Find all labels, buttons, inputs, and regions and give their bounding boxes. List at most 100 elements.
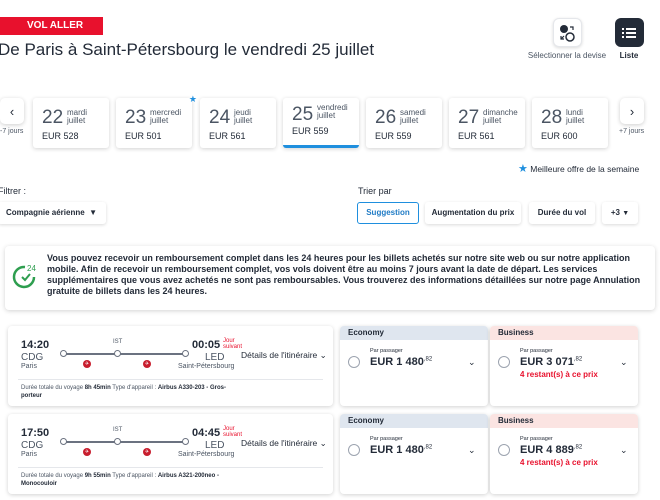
date-card[interactable]: 22 mardi juillet EUR 528 xyxy=(33,98,109,148)
flight-meta: Durée totale du voyage 9h 55min Type d'a… xyxy=(21,472,231,488)
date-day: 27 xyxy=(458,107,480,128)
arrival-airport: LED xyxy=(205,352,225,363)
currency-label[interactable]: Sélectionner la devise xyxy=(522,51,612,60)
date-price: EUR 561 xyxy=(209,131,246,141)
sort-duration-button[interactable]: Durée du vol xyxy=(529,202,595,224)
route-start-dot xyxy=(60,438,67,445)
next-week-button[interactable]: › xyxy=(620,98,644,124)
fare-class-label: Economy xyxy=(340,326,488,340)
stopover-airport: IST xyxy=(113,427,123,433)
airline-logo-icon: ✈ xyxy=(83,360,91,368)
currency-exchange-icon[interactable] xyxy=(552,18,582,47)
airline-filter-label: Compagnie aérienne xyxy=(6,208,85,217)
list-label[interactable]: Liste xyxy=(611,51,647,60)
airline-logo-icon: ✈ xyxy=(143,448,151,456)
fare-radio[interactable] xyxy=(498,356,510,368)
date-price: EUR 501 xyxy=(125,131,162,141)
sort-price-button[interactable]: Augmentation du prix xyxy=(425,202,521,224)
business-fare-option[interactable]: Business Par passager EUR 3 071,82 4 res… xyxy=(490,326,638,406)
trip-direction-tag: VOL ALLER xyxy=(0,17,103,35)
currency-selector[interactable]: Sélectionner la devise xyxy=(522,18,612,60)
fare-radio[interactable] xyxy=(348,356,360,368)
fare-price-cents: ,82 xyxy=(573,356,583,363)
aircraft-label: Type d'appareil : xyxy=(112,385,157,391)
seats-left-warning: 4 restant(s) à ce prix xyxy=(520,370,598,379)
fare-price: EUR 4 889,82 xyxy=(520,444,582,456)
chevron-down-icon[interactable]: ⌄ xyxy=(468,357,476,368)
route-line xyxy=(62,441,185,443)
date-day: 24 xyxy=(209,107,231,128)
date-card-selected[interactable]: 25 vendredi juillet EUR 559 xyxy=(283,98,359,148)
economy-fare-option[interactable]: Economy Par passager EUR 1 480,82 ⌄ xyxy=(340,326,488,406)
divider xyxy=(18,467,323,468)
fare-price: EUR 1 480,82 xyxy=(370,356,432,368)
sort-suggestion-button[interactable]: Suggestion xyxy=(357,202,419,224)
next-day-badge: Jour suivant xyxy=(223,426,243,438)
fare-radio[interactable] xyxy=(498,444,510,456)
route-line xyxy=(62,353,185,355)
chevron-down-icon[interactable]: ⌄ xyxy=(468,445,476,456)
date-day: 22 xyxy=(42,107,64,128)
chevron-down-icon[interactable]: ⌄ xyxy=(620,357,628,368)
refund-24h-icon: 24 xyxy=(12,264,36,289)
date-price: EUR 528 xyxy=(42,131,79,141)
fare-class-label: Business xyxy=(490,326,638,340)
fare-price-cents: ,82 xyxy=(423,444,433,451)
prev-week-button[interactable]: ‹ xyxy=(0,98,24,124)
date-month: juillet xyxy=(234,116,253,125)
chevron-right-icon: › xyxy=(629,103,635,119)
refund-notice: 24 Vous pouvez recevoir un remboursement… xyxy=(5,246,655,310)
itinerary-details-label: Détails de l'itinéraire xyxy=(241,350,318,360)
date-day: 26 xyxy=(375,107,397,128)
date-day: 28 xyxy=(541,107,563,128)
arrival-time: 04:45 xyxy=(192,427,221,439)
date-card[interactable]: 26 samedi juillet EUR 559 xyxy=(366,98,442,148)
date-month: juillet xyxy=(566,116,585,125)
date-card[interactable]: 28 lundi juillet EUR 600 xyxy=(532,98,608,148)
sort-more-button[interactable]: +3 ▼ xyxy=(602,202,638,224)
fare-price: EUR 1 480,82 xyxy=(370,444,432,456)
date-card[interactable]: 24 jeudi juillet EUR 561 xyxy=(200,98,276,148)
sort-label: Trier par xyxy=(358,186,392,196)
refund-icon-number: 24 xyxy=(27,264,36,273)
duration-label: Durée totale du voyage xyxy=(21,473,84,479)
departure-city: Paris xyxy=(21,363,37,370)
fare-price-main: EUR 4 889 xyxy=(520,444,574,456)
route-stop-dot xyxy=(114,438,121,445)
date-card[interactable]: 27 dimanche juillet EUR 561 xyxy=(449,98,525,148)
itinerary-details-link[interactable]: Détails de l'itinéraire ⌄ xyxy=(241,438,327,449)
date-price: EUR 559 xyxy=(375,131,412,141)
itinerary-details-label: Détails de l'itinéraire xyxy=(241,438,318,448)
per-passenger-label: Par passager xyxy=(520,436,553,442)
duration-value: 8h 45min xyxy=(84,385,111,391)
fare-price-main: EUR 1 480 xyxy=(370,444,424,456)
chevron-left-icon: ‹ xyxy=(9,103,15,119)
departure-airport: CDG xyxy=(21,440,44,451)
itinerary-details-link[interactable]: Détails de l'itinéraire ⌄ xyxy=(241,350,327,361)
date-month: juillet xyxy=(400,116,419,125)
chevron-down-icon[interactable]: ⌄ xyxy=(620,445,628,456)
airline-logo-icon: ✈ xyxy=(143,360,151,368)
fare-radio[interactable] xyxy=(348,444,360,456)
page-title: De Paris à Saint-Pétersbourg le vendredi… xyxy=(0,40,375,59)
date-card[interactable]: ★ 23 mercredi juillet EUR 501 xyxy=(116,94,197,148)
best-offer-legend: ★ Meilleure offre de la semaine xyxy=(518,162,639,175)
list-view-toggle[interactable]: Liste xyxy=(611,18,647,60)
date-price: EUR 600 xyxy=(541,131,578,141)
airline-filter-dropdown[interactable]: Compagnie aérienne ▼ xyxy=(0,202,106,224)
fare-class-label: Business xyxy=(490,414,638,428)
arrival-time: 00:05 xyxy=(192,339,221,351)
per-passenger-label: Par passager xyxy=(520,348,553,354)
fare-price-cents: ,82 xyxy=(423,356,433,363)
next-day-badge: Jour suivant xyxy=(223,338,243,350)
list-icon[interactable] xyxy=(614,18,644,47)
economy-fare-option[interactable]: Economy Par passager EUR 1 480,82 ⌄ xyxy=(340,414,488,494)
business-fare-option[interactable]: Business Par passager EUR 4 889,82 4 res… xyxy=(490,414,638,494)
caret-down-icon: ▼ xyxy=(622,210,630,217)
date-month: juillet xyxy=(483,116,502,125)
fare-price-main: EUR 3 071 xyxy=(520,356,574,368)
duration-label: Durée totale du voyage xyxy=(21,385,84,391)
refund-notice-text: Vous pouvez recevoir un remboursement co… xyxy=(47,253,641,296)
date-day: 23 xyxy=(125,107,147,128)
airline-logo-icon: ✈ xyxy=(83,448,91,456)
